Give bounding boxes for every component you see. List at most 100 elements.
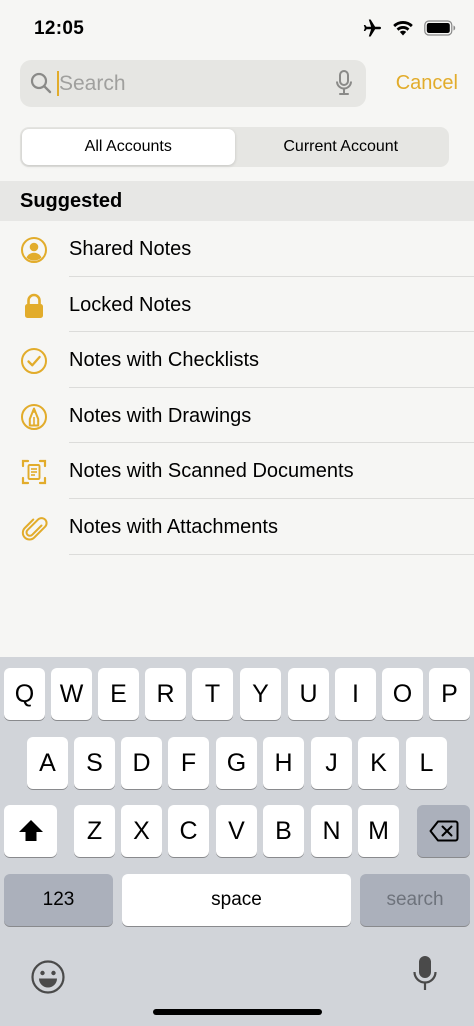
key-label: U [299,679,318,708]
key-label: X [133,816,150,845]
key-label: E [110,679,127,708]
battery-icon [424,20,456,36]
space-key[interactable]: space [122,874,351,926]
list-item-locked-notes[interactable]: Locked Notes [0,277,474,333]
list-item-shared-notes[interactable]: Shared Notes [0,221,474,277]
backspace-icon [429,820,458,842]
key-e[interactable]: E [98,668,139,720]
shift-icon [18,820,43,841]
shift-key[interactable] [4,805,57,857]
account-scope-control: All Accounts Current Account [20,127,449,167]
emoji-icon[interactable] [30,959,66,995]
key-label: T [204,679,221,708]
key-label: O [392,679,413,708]
wifi-icon [393,20,413,36]
key-label: N [322,816,341,845]
key-label: M [368,816,389,845]
list-item-label: Notes with Checklists [69,349,260,372]
key-label: space [211,889,262,910]
section-header-suggested: Suggested [0,181,474,221]
key-m[interactable]: M [358,805,399,857]
key-g[interactable]: G [216,737,257,789]
key-label: search [386,889,444,910]
drawing-icon [21,403,47,430]
segment-all-accounts[interactable]: All Accounts [22,129,235,165]
list-item-checklists[interactable]: Notes with Checklists [0,332,474,388]
key-label: Q [14,679,35,708]
key-f[interactable]: F [168,737,209,789]
search-row: Cancel [20,60,458,107]
key-label: 123 [42,889,75,910]
key-b[interactable]: B [263,805,304,857]
key-h[interactable]: H [263,737,304,789]
dictation-microphone-icon[interactable] [412,955,438,993]
keyboard: Q W E R T Y U I O P A S D F G H J K L Z … [0,657,474,1026]
segment-current-account[interactable]: Current Account [235,129,448,165]
cancel-button[interactable]: Cancel [378,60,458,107]
key-u[interactable]: U [288,668,329,720]
row-divider [69,553,474,555]
key-n[interactable]: N [311,805,352,857]
lock-icon [25,293,43,318]
key-z[interactable]: Z [74,805,115,857]
search-field[interactable] [20,60,366,107]
search-input[interactable] [59,60,329,107]
key-k[interactable]: K [358,737,399,789]
home-indicator [153,1009,322,1015]
list-item-label: Locked Notes [69,293,192,316]
status-bar: 12:05 [0,0,474,56]
key-label: S [86,748,103,777]
key-label: V [228,816,245,845]
search-key[interactable]: search [360,874,470,926]
key-w[interactable]: W [51,668,92,720]
key-label: A [39,748,56,777]
list-item-label: Notes with Attachments [69,515,278,538]
key-i[interactable]: I [335,668,376,720]
key-label: Z [86,816,103,845]
key-label: W [59,679,84,708]
list-item-label: Notes with Scanned Documents [69,460,354,483]
shared-person-icon [21,237,47,263]
key-label: P [441,679,458,708]
key-label: B [275,816,292,845]
key-label: F [180,748,197,777]
key-l[interactable]: L [406,737,447,789]
key-label: K [370,748,387,777]
list-item-label: Notes with Drawings [69,404,252,427]
key-p[interactable]: P [429,668,470,720]
key-a[interactable]: A [27,737,68,789]
numbers-key[interactable]: 123 [4,874,113,926]
key-label: Y [252,679,269,708]
key-label: L [419,748,434,777]
airplane-icon [363,19,381,37]
search-icon [30,72,52,94]
paperclip-icon [21,517,48,541]
checklist-icon [21,348,47,375]
key-c[interactable]: C [168,805,209,857]
key-label: G [226,748,247,777]
key-x[interactable]: X [121,805,162,857]
microphone-icon[interactable] [335,70,353,96]
key-label: C [179,816,198,845]
key-j[interactable]: J [311,737,352,789]
key-label: J [325,748,338,777]
key-q[interactable]: Q [4,668,45,720]
key-d[interactable]: D [121,737,162,789]
key-r[interactable]: R [145,668,186,720]
status-time: 12:05 [34,18,85,39]
list-item-label: Shared Notes [69,238,192,260]
key-o[interactable]: O [382,668,423,720]
key-y[interactable]: Y [240,668,281,720]
key-s[interactable]: S [74,737,115,789]
list-item-drawings[interactable]: Notes with Drawings [0,388,474,444]
list-item-attachments[interactable]: Notes with Attachments [0,499,474,555]
list-item-scanned-documents[interactable]: Notes with Scanned Documents [0,443,474,499]
delete-key[interactable] [417,805,470,857]
key-t[interactable]: T [192,668,233,720]
key-label: I [352,679,359,708]
status-icons [362,18,456,38]
key-label: H [274,748,293,777]
key-label: D [132,748,151,777]
key-label: R [156,679,175,708]
key-v[interactable]: V [216,805,257,857]
